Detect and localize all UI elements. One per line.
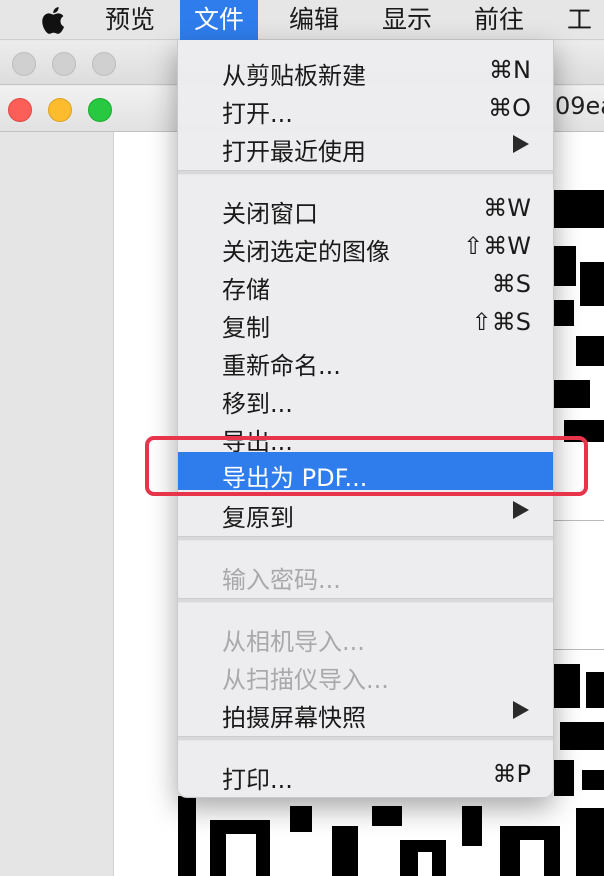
window-title: 09ea	[555, 92, 604, 120]
menu-item-print[interactable]: 打印... ⌘P	[178, 754, 553, 794]
menu-item-label: 打印...	[222, 766, 293, 794]
menu-item-label: 重新命名...	[222, 352, 341, 380]
menubar-item-preview[interactable]: 预览	[91, 0, 169, 40]
menu-item-import-from-camera: 从相机导入...	[178, 616, 553, 656]
menu-item-enter-password: 输入密码...	[178, 554, 553, 594]
submenu-arrow-icon	[513, 135, 529, 153]
menu-item-take-screenshot[interactable]: 拍摄屏幕快照	[178, 692, 553, 732]
annotation-highlight-box	[145, 436, 588, 496]
zoom-button[interactable]	[88, 98, 112, 122]
logo-card	[548, 520, 604, 650]
menubar-item-go[interactable]: 前往	[460, 0, 538, 40]
menu-item-label: 打开最近使用	[222, 138, 366, 166]
menubar-item-view[interactable]: 显示	[368, 0, 446, 40]
menu-item-import-from-scanner: 从扫描仪导入...	[178, 654, 553, 694]
menu-item-open-recent[interactable]: 打开最近使用	[178, 126, 553, 166]
submenu-arrow-icon	[513, 501, 529, 519]
menu-item-label: 关闭选定的图像	[222, 238, 390, 266]
inactive-close-button[interactable]	[12, 52, 36, 76]
menu-item-label: 打开...	[222, 100, 293, 128]
menu-item-new-from-clipboard[interactable]: 从剪贴板新建 ⌘N	[178, 50, 553, 90]
close-button[interactable]	[8, 98, 32, 122]
menu-item-shortcut: ⌘S	[491, 270, 531, 298]
menubar-item-tools[interactable]: 工具	[553, 0, 604, 74]
menu-item-label: 存储	[222, 276, 270, 304]
menu-item-shortcut: ⇧⌘W	[463, 232, 531, 260]
menu-item-shortcut: ⌘W	[483, 194, 531, 222]
inactive-zoom-button[interactable]	[92, 52, 116, 76]
menu-item-shortcut: ⌘P	[492, 760, 531, 788]
menu-separator	[178, 736, 553, 741]
menu-bar: 预览 文件 编辑 显示 前往 工具	[0, 0, 604, 74]
menubar-item-file[interactable]: 文件	[180, 0, 259, 40]
menu-item-open[interactable]: 打开... ⌘O	[178, 88, 553, 128]
menu-item-revert-to[interactable]: 复原到	[178, 492, 553, 532]
menu-separator	[178, 170, 553, 175]
menu-item-save[interactable]: 存储 ⌘S	[178, 264, 553, 304]
menu-item-close-window[interactable]: 关闭窗口 ⌘W	[178, 188, 553, 228]
menu-item-label: 关闭窗口	[222, 200, 318, 228]
submenu-arrow-icon	[513, 701, 529, 719]
menubar-item-edit[interactable]: 编辑	[275, 0, 353, 40]
inactive-minimize-button[interactable]	[52, 52, 76, 76]
menu-item-label: 输入密码...	[222, 566, 341, 594]
menu-item-shortcut: ⌘N	[489, 56, 531, 84]
menu-separator	[178, 536, 553, 541]
thumbnail-sidebar[interactable]	[0, 132, 114, 876]
menu-item-label: 复制	[222, 314, 270, 342]
menu-item-label: 拍摄屏幕快照	[222, 704, 366, 732]
menu-item-shortcut: ⇧⌘S	[471, 308, 531, 336]
menu-item-label: 从剪贴板新建	[222, 62, 366, 90]
menu-item-rename[interactable]: 重新命名...	[178, 340, 553, 380]
menu-item-duplicate[interactable]: 复制 ⇧⌘S	[178, 302, 553, 342]
menu-item-move-to[interactable]: 移到...	[178, 378, 553, 418]
apple-logo-icon[interactable]	[36, 4, 68, 36]
menu-item-label: 从扫描仪导入...	[222, 666, 389, 694]
menu-item-shortcut: ⌘O	[488, 94, 531, 122]
file-menu-dropdown: 从剪贴板新建 ⌘N 打开... ⌘O 打开最近使用 关闭窗口 ⌘W 关闭选定的图…	[177, 40, 554, 798]
menu-item-label: 复原到	[222, 504, 294, 532]
minimize-button[interactable]	[48, 98, 72, 122]
menu-item-label: 从相机导入...	[222, 628, 365, 656]
menu-separator	[178, 598, 553, 603]
menu-item-close-selected-image[interactable]: 关闭选定的图像 ⇧⌘W	[178, 226, 553, 266]
menu-item-label: 移到...	[222, 390, 293, 418]
